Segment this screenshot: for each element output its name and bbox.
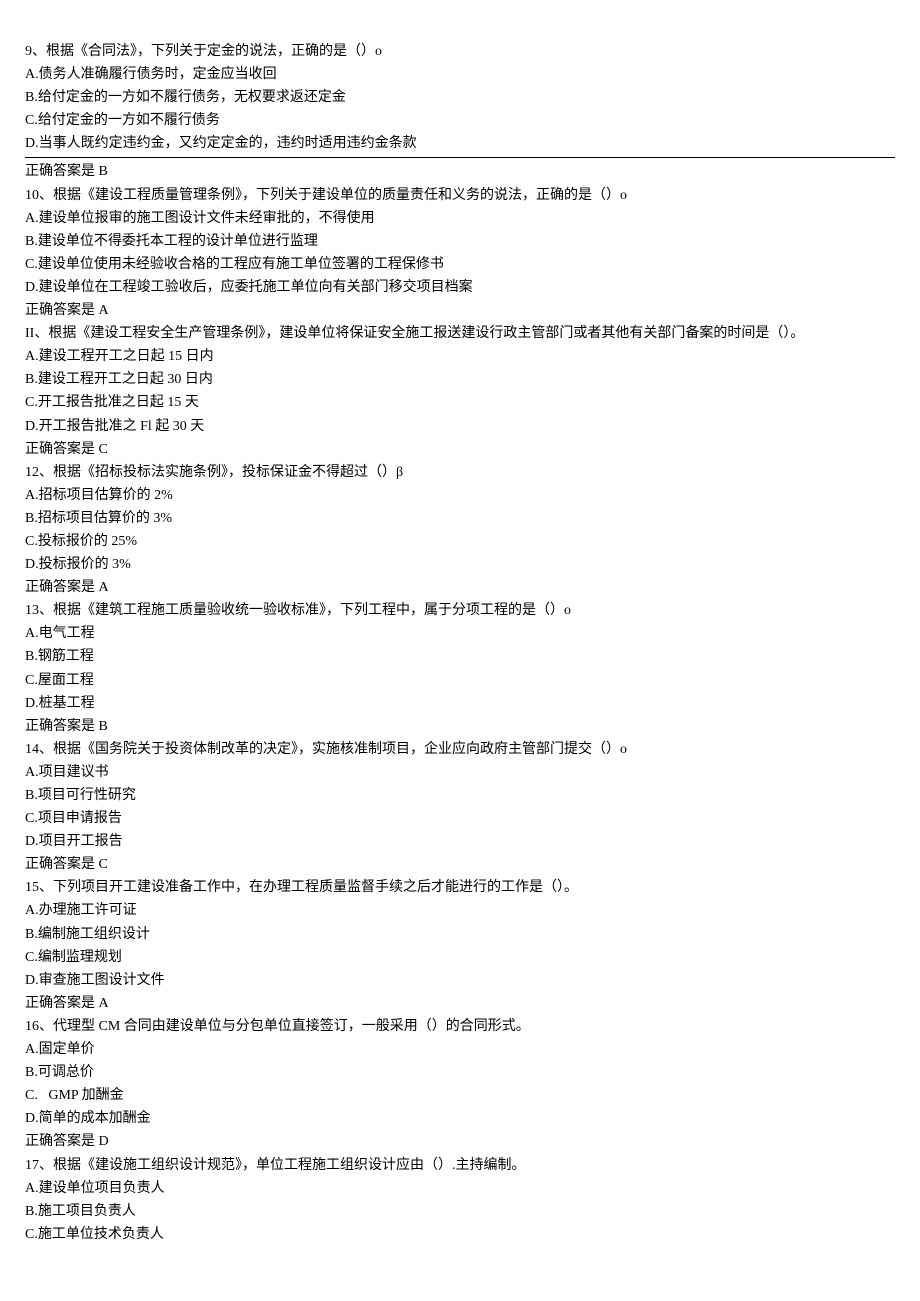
question-option: B.建设工程开工之日起 30 日内 [25,368,895,391]
question-stem: 12、根据《招标投标法实施条例》，投标保证金不得超过（）β [25,461,895,484]
question-option: D.投标报价的 3% [25,553,895,576]
question-stem: 10、根据《建设工程质量管理条例》，下列关于建设单位的质量责任和义务的说法，正确… [25,184,895,207]
question-option: A.招标项目估算价的 2% [25,484,895,507]
question-answer: 正确答案是 B [25,715,895,738]
question-option: A.建设单位报审的施工图设计文件未经审批的，不得使用 [25,207,895,230]
divider [25,157,895,158]
question-option: C. GMP 加酬金 [25,1084,895,1107]
question-option: D.开工报告批准之 Fl 起 30 天 [25,415,895,438]
question-stem: 14、根据《国务院关于投资体制改革的决定》，实施核准制项目，企业应向政府主管部门… [25,738,895,761]
question-stem: 15、下列项目开工建设准备工作中，在办理工程质量监督手续之后才能进行的工作是（）… [25,876,895,899]
question-option: B.建设单位不得委托本工程的设计单位进行监理 [25,230,895,253]
question-option: C.编制监理规划 [25,946,895,969]
question-option: B.项目可行性研究 [25,784,895,807]
question-option: B.钢筋工程 [25,645,895,668]
question-answer: 正确答案是 B [25,160,895,183]
question-option: A.债务人准确履行债务时，定金应当收回 [25,63,895,86]
question-option: A.固定单价 [25,1038,895,1061]
question-stem: 9、根据《合同法》，下列关于定金的说法，正确的是（）o [25,40,895,63]
question-answer: 正确答案是 D [25,1130,895,1153]
question-stem: 16、代理型 CM 合同由建设单位与分包单位直接签订，一般采用（）的合同形式。 [25,1015,895,1038]
question-stem: 17、根据《建设施工组织设计规范》，单位工程施工组织设计应由（）.主持编制。 [25,1154,895,1177]
question-option: A.项目建议书 [25,761,895,784]
document-body: 9、根据《合同法》，下列关于定金的说法，正确的是（）oA.债务人准确履行债务时，… [25,40,895,1246]
question-answer: 正确答案是 C [25,853,895,876]
question-answer: 正确答案是 A [25,299,895,322]
question-option: B.编制施工组织设计 [25,923,895,946]
question-option: B.可调总价 [25,1061,895,1084]
question-stem: II、根据《建设工程安全生产管理条例》，建设单位将保证安全施工报送建设行政主管部… [25,322,895,345]
question-option: D.桩基工程 [25,692,895,715]
question-option: A.办理施工许可证 [25,899,895,922]
question-option: C.给付定金的一方如不履行债务 [25,109,895,132]
question-option: C.项目申请报告 [25,807,895,830]
question-option: C.投标报价的 25% [25,530,895,553]
question-option: C.开工报告批准之日起 15 天 [25,391,895,414]
question-option: A.建设工程开工之日起 15 日内 [25,345,895,368]
question-option: D.建设单位在工程竣工验收后，应委托施工单位向有关部门移交项目档案 [25,276,895,299]
question-option: A.建设单位项目负责人 [25,1177,895,1200]
question-answer: 正确答案是 A [25,576,895,599]
question-option: C.屋面工程 [25,669,895,692]
question-option: B.给付定金的一方如不履行债务，无权要求返还定金 [25,86,895,109]
question-option: D.项目开工报告 [25,830,895,853]
question-option: D.简单的成本加酬金 [25,1107,895,1130]
question-option: B.施工项目负责人 [25,1200,895,1223]
question-stem: 13、根据《建筑工程施工质量验收统一验收标准》，下列工程中，属于分项工程的是（）… [25,599,895,622]
question-option: C.施工单位技术负责人 [25,1223,895,1246]
question-option: D.审查施工图设计文件 [25,969,895,992]
question-answer: 正确答案是 A [25,992,895,1015]
question-option: A.电气工程 [25,622,895,645]
question-option: D.当事人既约定违约金，又约定定金的，违约时适用违约金条款 [25,132,895,155]
question-option: B.招标项目估算价的 3% [25,507,895,530]
question-option: C.建设单位使用未经验收合格的工程应有施工单位签署的工程保修书 [25,253,895,276]
question-answer: 正确答案是 C [25,438,895,461]
